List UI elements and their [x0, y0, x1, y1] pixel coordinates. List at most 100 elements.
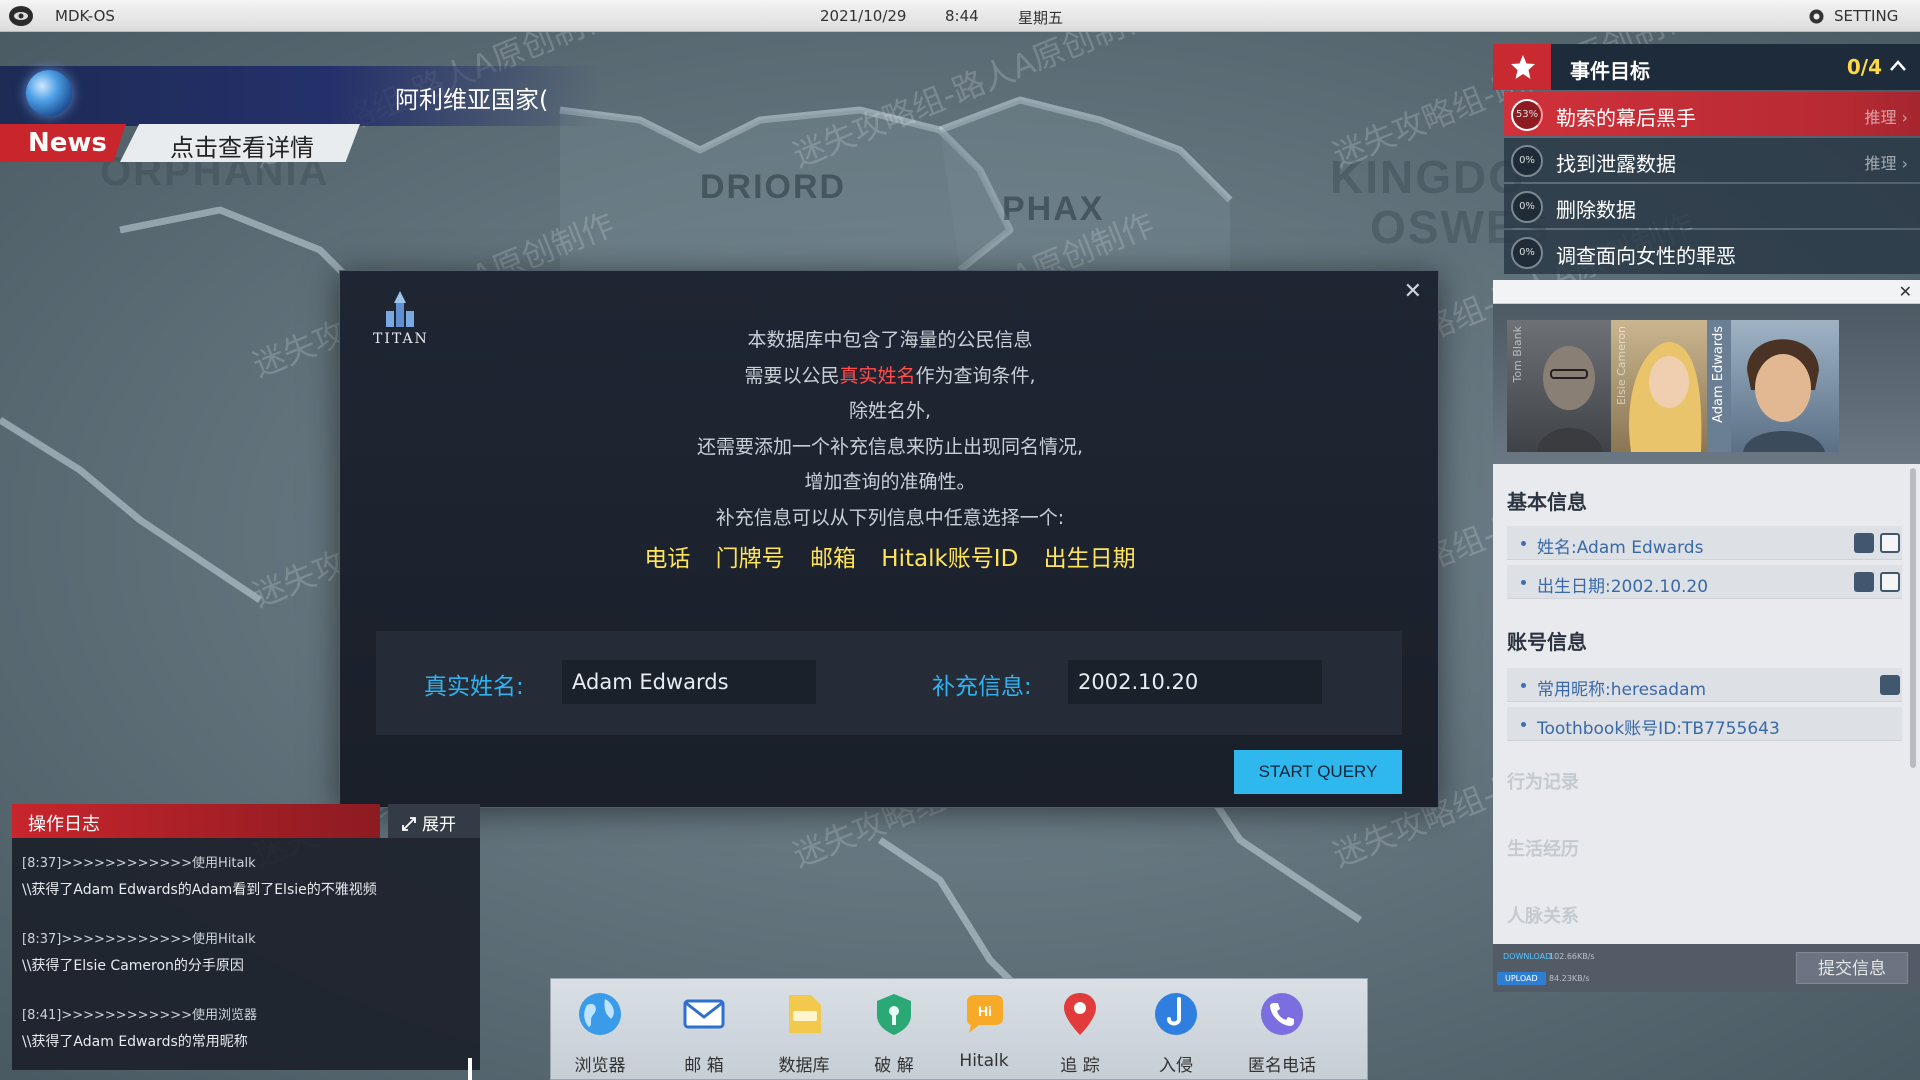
mail-icon	[683, 999, 725, 1029]
gear-icon[interactable]	[1808, 8, 1825, 25]
objective-item[interactable]: 0% 调查面向女性的罪恶	[1504, 230, 1920, 274]
app-crack[interactable]: 破 解	[849, 979, 939, 1080]
info-row-toothbook[interactable]: Toothbook账号ID:TB7755643	[1507, 707, 1902, 741]
info-value: Toothbook账号ID:TB7755643	[1537, 719, 1780, 739]
option-house-number: 门牌号	[715, 546, 785, 572]
submit-info-button[interactable]: 提交信息	[1796, 952, 1908, 984]
start-query-button[interactable]: START QUERY	[1234, 750, 1402, 794]
news-banner[interactable]: 阿利维亚国家( News 点击查看详情	[0, 62, 600, 162]
event-objectives-panel: 事件目标 0/4 53% 勒索的幕后黑手 推理 › 0% 找到泄露数据 推理 ›…	[1493, 44, 1920, 276]
system-date: 2021/10/29	[820, 7, 907, 25]
objective-label: 调查面向女性的罪恶	[1556, 244, 1736, 268]
log-entry-meta: [8:41]>>>>>>>>>>>>使用浏览器	[22, 1008, 258, 1023]
objectives-header[interactable]: 事件目标 0/4	[1493, 44, 1920, 90]
objectives-count: 0/4	[1846, 55, 1882, 79]
objective-progress: 53%	[1511, 99, 1543, 131]
objective-item[interactable]: 53% 勒索的幕后黑手 推理 ›	[1504, 92, 1920, 136]
deduce-link[interactable]: 推理 ›	[1865, 150, 1909, 174]
news-tag: News	[0, 124, 126, 162]
svg-text:Hi: Hi	[978, 1003, 992, 1019]
query-form: 真实姓名: 补充信息:	[376, 631, 1402, 735]
crack-icon	[877, 994, 911, 1035]
objective-progress: 0%	[1511, 237, 1543, 269]
log-entry-text: \\获得了Elsie Cameron的分手原因	[22, 958, 244, 974]
info-row-birthdate[interactable]: 出生日期:2002.10.20	[1507, 565, 1902, 599]
os-logo-icon[interactable]	[8, 4, 34, 28]
document-icon[interactable]	[1880, 572, 1900, 592]
setting-button[interactable]: SETTING	[1834, 7, 1898, 25]
app-label: 追 踪	[1060, 1056, 1100, 1076]
log-scroll-thumb[interactable]	[468, 1058, 472, 1080]
option-hitalk-id: Hitalk账号ID	[881, 546, 1019, 572]
instruction-line: 本数据库中包含了海量的公民信息	[747, 329, 1033, 351]
map-label-phax: PHAX	[1002, 190, 1105, 228]
life-history-section: 生活经历	[1507, 839, 1579, 860]
supplement-info-input[interactable]	[1068, 660, 1322, 704]
instruction-line: 除姓名外,	[848, 400, 932, 422]
expand-label: 展开	[422, 815, 456, 835]
download-label: DOWNLOAD	[1503, 952, 1552, 961]
close-icon[interactable]: ✕	[1899, 284, 1912, 300]
operation-log-body[interactable]: [8:37]>>>>>>>>>>>>使用Hitalk \\获得了Adam Edw…	[12, 838, 480, 1080]
profile-footer: DOWNLOAD 102.66KB/s UPLOAD 84.23KB/s 提交信…	[1493, 944, 1920, 992]
portrait-strip: Tom Blank Elsie Cameron Adam Edwards	[1493, 304, 1920, 464]
bullet	[1521, 580, 1526, 585]
deduce-link[interactable]: 推理 ›	[1865, 104, 1909, 128]
app-label: Hitalk	[959, 1051, 1009, 1071]
upload-label: UPLOAD	[1497, 972, 1546, 985]
supplement-info-label: 补充信息:	[932, 674, 1032, 700]
system-top-bar: MDK-OS 2021/10/29 8:44 星期五 SETTING	[0, 0, 1920, 32]
option-birthdate: 出生日期	[1043, 546, 1136, 572]
log-entry: [8:37]>>>>>>>>>>>>使用Hitalk \\获得了Adam Edw…	[22, 852, 377, 899]
hook-icon	[1155, 993, 1197, 1035]
app-label: 数据库	[778, 1056, 830, 1076]
operation-log-title: 操作日志	[28, 814, 100, 835]
shield-icon[interactable]	[1880, 675, 1900, 695]
close-icon[interactable]: ✕	[1404, 281, 1422, 303]
phone-icon	[1261, 993, 1303, 1035]
instruction-line: 增加查询的准确性。	[804, 471, 976, 493]
instruction-line: 还需要添加一个补充信息来防止出现同名情况,	[696, 435, 1084, 458]
os-name: MDK-OS	[55, 7, 115, 25]
app-hitalk[interactable]: Hi Hitalk	[939, 979, 1029, 1080]
shield-icon[interactable]	[1854, 533, 1874, 553]
database-query-dialog: ✕ TITAN 本数据库中包含了海量的公民信息 需要以公民真实姓名作为查询条件,…	[339, 270, 1439, 808]
app-browser[interactable]: 浏览器	[555, 979, 645, 1080]
document-icon[interactable]	[1880, 533, 1900, 553]
news-headline[interactable]: 阿利维亚国家(	[395, 80, 560, 115]
objective-item[interactable]: 0% 删除数据	[1504, 184, 1920, 228]
upload-rate: 84.23KB/s	[1549, 974, 1590, 983]
portrait-tom-blank[interactable]: Tom Blank	[1507, 320, 1617, 452]
log-entry-text: \\获得了Adam Edwards的常用昵称	[22, 1034, 248, 1050]
objective-item[interactable]: 0% 找到泄露数据 推理 ›	[1504, 138, 1920, 182]
behavior-records-section: 行为记录	[1507, 772, 1579, 793]
instruction-line: 需要以公民真实姓名作为查询条件,	[744, 364, 1036, 387]
portrait-adam-edwards[interactable]: Adam Edwards	[1707, 320, 1839, 452]
app-label: 破 解	[874, 1056, 914, 1076]
download-rate: 102.66KB/s	[1549, 952, 1595, 961]
globe-icon	[26, 70, 72, 116]
portrait-elsie-cameron[interactable]: Elsie Cameron	[1611, 320, 1711, 452]
news-detail-link[interactable]: 点击查看详情	[120, 124, 360, 162]
app-track[interactable]: 追 踪	[1035, 979, 1125, 1080]
app-mail[interactable]: 邮 箱	[659, 979, 749, 1080]
highlight-real-name: 真实姓名	[839, 364, 916, 387]
profile-scrollbar[interactable]	[1910, 468, 1916, 768]
info-row-name[interactable]: 姓名:Adam Edwards	[1507, 526, 1902, 560]
shield-icon[interactable]	[1854, 572, 1874, 592]
globe-icon	[579, 993, 621, 1035]
log-entry-text: \\获得了Adam Edwards的Adam看到了Elsie的不雅视频	[22, 882, 377, 898]
app-database[interactable]: 数据库	[759, 979, 849, 1080]
chevron-up-icon[interactable]	[1888, 56, 1908, 76]
portrait-name: Adam Edwards	[1711, 326, 1726, 423]
app-intrude[interactable]: 入侵	[1131, 979, 1221, 1080]
map-label-driord: DRIORD	[700, 168, 847, 206]
portrait-name: Tom Blank	[1511, 326, 1524, 383]
expand-button[interactable]: 展开	[388, 804, 480, 838]
info-row-nickname[interactable]: 常用昵称:heresadam	[1507, 668, 1902, 702]
deduce-label: 推理	[1864, 108, 1897, 127]
app-label: 邮 箱	[684, 1056, 724, 1076]
app-anonymous-call[interactable]: 匿名电话	[1237, 979, 1327, 1080]
log-entry-meta: [8:37]>>>>>>>>>>>>使用Hitalk	[22, 856, 256, 871]
real-name-input[interactable]	[562, 660, 816, 704]
